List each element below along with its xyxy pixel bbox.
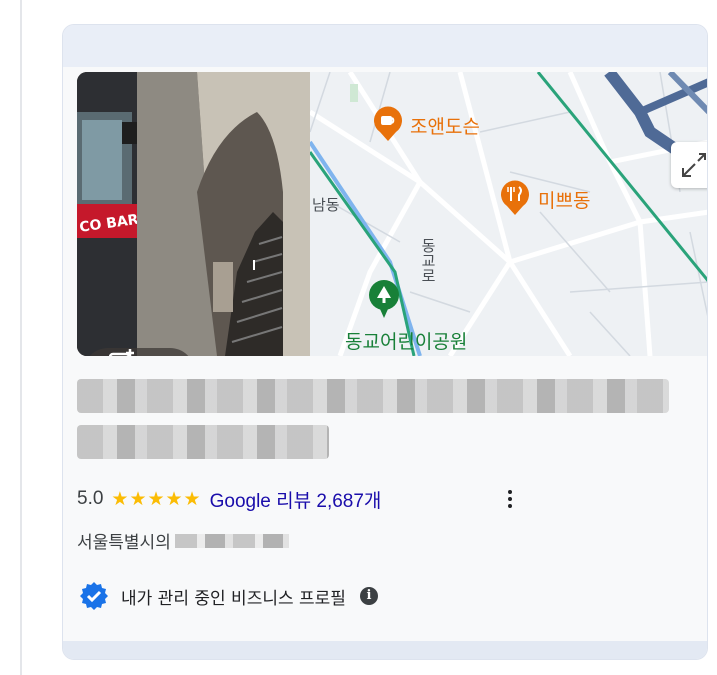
expand-icon bbox=[682, 153, 706, 177]
location-map[interactable]: 조앤도슨 미쁘동 동교어린이공원 남동 동교로 bbox=[310, 72, 707, 356]
info-icon[interactable]: i bbox=[359, 587, 378, 605]
add-photo-icon bbox=[109, 349, 134, 356]
road-label: 남동 bbox=[312, 196, 340, 214]
business-photo[interactable]: CO BAR 사. bbox=[77, 72, 310, 356]
add-photo-button[interactable]: 사. bbox=[83, 348, 195, 356]
reviews-link[interactable]: Google 리뷰 2,687개 bbox=[210, 486, 382, 513]
more-vert-icon bbox=[508, 490, 512, 508]
rating-value: 5.0 bbox=[77, 488, 104, 509]
place-label-park[interactable]: 동교어린이공원 bbox=[345, 327, 467, 354]
road-label: 동교로 bbox=[419, 238, 437, 283]
verified-badge-icon bbox=[80, 582, 108, 610]
business-profile-card: CO BAR 사. bbox=[62, 24, 708, 660]
card-footer-band bbox=[63, 641, 707, 659]
expand-map-button[interactable] bbox=[671, 142, 707, 188]
place-label-restaurant[interactable]: 미쁘동 bbox=[538, 186, 590, 213]
left-divider bbox=[20, 0, 22, 675]
address: 서울특별시의 bbox=[77, 528, 289, 553]
rating-row: 5.0 ★★★★★ Google 리뷰 2,687개 bbox=[77, 485, 381, 513]
address-prefix: 서울특별시의 bbox=[77, 533, 171, 553]
star-rating: ★★★★★ bbox=[111, 488, 202, 510]
business-name-redacted bbox=[77, 379, 669, 413]
managed-profile-row: 내가 관리 중인 비즈니스 프로필 i bbox=[79, 581, 378, 611]
card-header-band bbox=[63, 25, 707, 67]
business-name-redacted-line2 bbox=[77, 425, 329, 459]
address-redacted bbox=[174, 533, 289, 548]
place-label-cafe[interactable]: 조앤도슨 bbox=[410, 112, 480, 139]
managed-profile-label: 내가 관리 중인 비즈니스 프로필 bbox=[121, 588, 346, 609]
more-options-button[interactable] bbox=[503, 487, 517, 511]
